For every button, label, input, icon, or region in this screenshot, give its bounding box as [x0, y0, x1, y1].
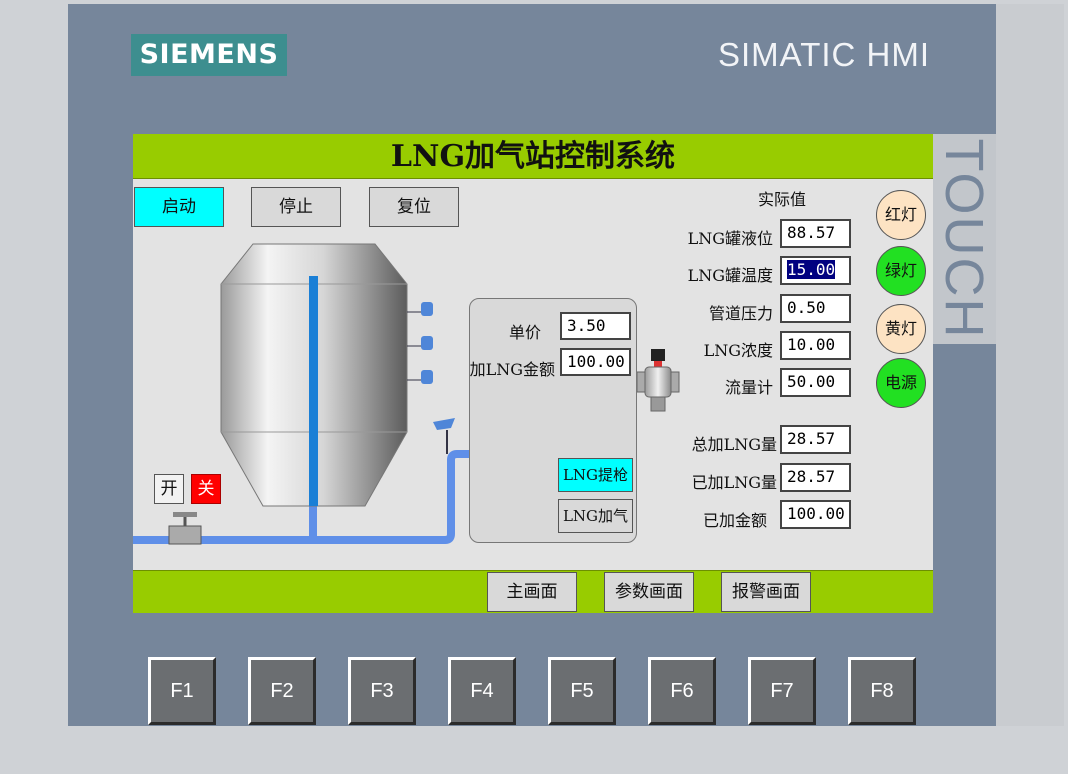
f1-key[interactable]: F1	[148, 657, 216, 725]
power-lamp: 电源	[876, 358, 926, 408]
unit-price-field[interactable]: 3.50	[560, 312, 631, 340]
red-lamp: 红灯	[876, 190, 926, 240]
f4-key[interactable]: F4	[448, 657, 516, 725]
hmi-screen: LNG加气站控制系统 启动 停止 复位 单价 3.50 加LNG金额 100.0…	[133, 134, 933, 613]
added-amount-field[interactable]: 100.00	[780, 500, 851, 529]
brand-logo: SIEMENS	[131, 34, 287, 76]
amount-field[interactable]: 100.00	[560, 348, 631, 376]
yellow-lamp: 黄灯	[876, 304, 926, 354]
total-lng-field[interactable]: 28.57	[780, 425, 851, 454]
stop-button[interactable]: 停止	[251, 187, 341, 227]
valve-open-button[interactable]: 开	[154, 474, 184, 504]
f6-key[interactable]: F6	[648, 657, 716, 725]
valve-close-button[interactable]: 关	[191, 474, 221, 504]
fuel-button[interactable]: LNG加气	[558, 499, 633, 533]
nozzle-button[interactable]: LNG提枪	[558, 458, 633, 492]
tank-level-bar	[309, 276, 318, 506]
green-lamp: 绿灯	[876, 246, 926, 296]
nav-main-button[interactable]: 主画面	[487, 572, 577, 612]
manual-valve	[168, 512, 202, 545]
nav-alarm-button[interactable]: 报警画面	[721, 572, 811, 612]
f2-key[interactable]: F2	[248, 657, 316, 725]
flow-meter-field[interactable]: 50.00	[780, 368, 851, 397]
reading-label: 流量计	[724, 378, 773, 397]
total-label: 总加LNG量	[691, 435, 777, 454]
f7-key[interactable]: F7	[748, 657, 816, 725]
f5-key[interactable]: F5	[548, 657, 616, 725]
reading-label: 管道压力	[708, 304, 773, 323]
tank-temperature-field[interactable]: 15.00	[780, 256, 851, 285]
unit-price-label: 单价	[508, 323, 541, 342]
tank-valves	[407, 302, 433, 384]
pipe-pressure-field[interactable]: 0.50	[780, 294, 851, 323]
tank-level-field[interactable]: 88.57	[780, 219, 851, 248]
total-label: 已加金额	[702, 511, 767, 530]
f3-key[interactable]: F3	[348, 657, 416, 725]
amount-label: 加LNG金额	[469, 360, 555, 379]
nav-params-button[interactable]: 参数画面	[604, 572, 694, 612]
touch-label: TOUCH	[932, 134, 996, 344]
pressure-sensor	[433, 418, 455, 454]
total-label: 已加LNG量	[691, 473, 777, 492]
reading-label: LNG罐温度	[687, 266, 773, 285]
f8-key[interactable]: F8	[848, 657, 916, 725]
actual-values-header: 实际值	[757, 190, 806, 209]
added-lng-field[interactable]: 28.57	[780, 463, 851, 492]
reading-label: LNG浓度	[703, 341, 773, 360]
reading-label: LNG罐液位	[687, 229, 773, 248]
concentration-field[interactable]: 10.00	[780, 331, 851, 360]
start-button[interactable]: 启动	[134, 187, 224, 227]
device-edge	[996, 4, 1064, 726]
model-label: SIMATIC HMI	[718, 36, 931, 73]
reset-button[interactable]: 复位	[369, 187, 459, 227]
